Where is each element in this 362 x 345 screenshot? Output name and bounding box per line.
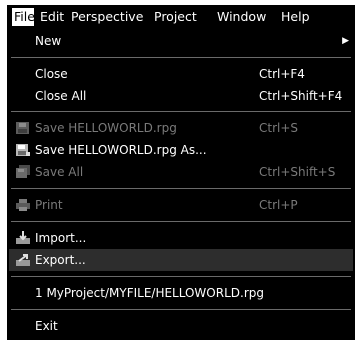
menu-item-import-label: Import... xyxy=(35,231,87,245)
menu-item-print-shortcut: Ctrl+P xyxy=(259,198,298,212)
screenshot-frame: File Edit Perspective Project Window Hel… xyxy=(0,0,362,345)
menu-separator xyxy=(11,111,351,112)
application-window: File Edit Perspective Project Window Hel… xyxy=(7,5,355,340)
menu-item-save-all-label: Save All xyxy=(35,165,84,179)
menu-separator xyxy=(11,57,351,58)
menu-item-save-label: Save HELLOWORLD.rpg xyxy=(35,121,177,135)
menu-item-save-shortcut: Ctrl+S xyxy=(259,121,299,135)
menu-item-recent-file[interactable]: 1 MyProject/MYFILE/HELLOWORLD.rpg xyxy=(9,282,353,304)
menu-item-close-all-label: Close All xyxy=(35,89,87,103)
menu-item-save: Save HELLOWORLD.rpg Ctrl+S xyxy=(9,117,353,139)
menu-item-print-label: Print xyxy=(35,198,63,212)
floppy-disk-icon xyxy=(15,121,31,135)
menu-file[interactable]: File xyxy=(12,8,35,26)
import-icon xyxy=(15,231,31,245)
menu-perspective-label: Perspective xyxy=(71,9,144,24)
menu-separator xyxy=(11,276,351,277)
submenu-arrow-icon: ▶ xyxy=(342,36,349,46)
menu-item-exit[interactable]: Exit xyxy=(9,315,353,337)
menu-item-save-all: Save All Ctrl+Shift+S xyxy=(9,161,353,183)
menu-edit[interactable]: Edit xyxy=(38,8,66,26)
menu-perspective[interactable]: Perspective xyxy=(69,8,145,26)
menu-item-close-all-shortcut: Ctrl+Shift+F4 xyxy=(259,89,343,103)
menu-item-import[interactable]: Import... xyxy=(9,227,353,249)
menu-item-new-label: New xyxy=(35,34,62,48)
menu-item-save-as-label: Save HELLOWORLD.rpg As... xyxy=(35,143,207,157)
menu-item-close-all[interactable]: Close All Ctrl+Shift+F4 xyxy=(9,85,353,107)
menu-item-close-label: Close xyxy=(35,67,68,81)
menu-item-new[interactable]: New ▶ xyxy=(9,30,353,52)
menu-separator xyxy=(11,221,351,222)
menu-project[interactable]: Project xyxy=(152,8,199,26)
menu-project-label: Project xyxy=(154,9,197,24)
file-dropdown-menu: New ▶ Close Ctrl+F4 Close All Ctrl+Shift… xyxy=(9,28,353,338)
menu-item-save-as[interactable]: Save HELLOWORLD.rpg As... xyxy=(9,139,353,161)
menu-item-save-all-shortcut: Ctrl+Shift+S xyxy=(259,165,336,179)
menu-item-close[interactable]: Close Ctrl+F4 xyxy=(9,63,353,85)
menu-window-label: Window xyxy=(217,9,267,24)
printer-icon xyxy=(15,198,31,212)
menu-help-label: Help xyxy=(281,9,310,24)
menu-item-recent-file-label: 1 MyProject/MYFILE/HELLOWORLD.rpg xyxy=(35,286,264,300)
menu-separator xyxy=(11,309,351,310)
multiple-floppy-icon xyxy=(15,165,31,179)
menu-item-export[interactable]: Export... xyxy=(9,249,353,271)
menu-item-export-label: Export... xyxy=(35,253,86,267)
menu-window[interactable]: Window xyxy=(215,8,268,26)
menu-bar: File Edit Perspective Project Window Hel… xyxy=(9,7,353,28)
menu-separator xyxy=(11,188,351,189)
menu-item-print: Print Ctrl+P xyxy=(9,194,353,216)
menu-file-label: File xyxy=(14,9,35,24)
menu-help[interactable]: Help xyxy=(279,8,312,26)
menu-item-close-shortcut: Ctrl+F4 xyxy=(259,67,305,81)
export-icon xyxy=(15,253,31,267)
floppy-disk-as-icon xyxy=(15,143,31,157)
menu-item-exit-label: Exit xyxy=(35,319,58,333)
menu-edit-label: Edit xyxy=(40,9,65,24)
